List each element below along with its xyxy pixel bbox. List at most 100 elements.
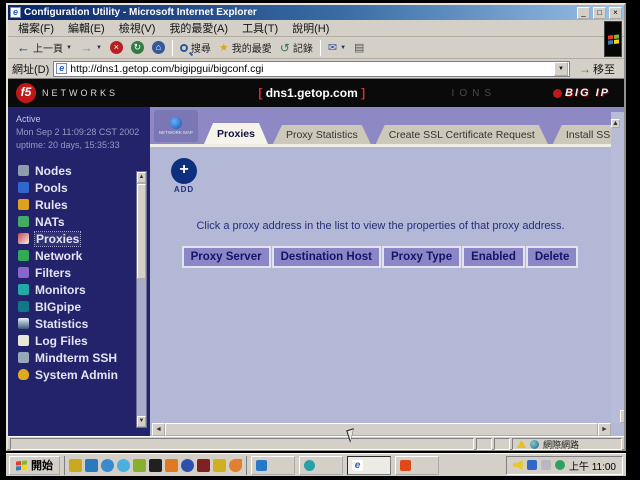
windows-logo-icon: [16, 460, 27, 470]
minimize-button[interactable]: _: [577, 7, 590, 19]
toolbar-separator: [320, 40, 321, 56]
scroll-left-icon[interactable]: ◄: [152, 423, 165, 436]
task-button-ie-active[interactable]: e: [347, 456, 391, 475]
start-button[interactable]: 開始: [9, 456, 60, 475]
sidebar-item-mindterm-ssh[interactable]: Mindterm SSH: [8, 349, 150, 366]
f5-logo-icon: f5: [16, 83, 36, 103]
search-label: 搜尋: [191, 40, 211, 55]
sidebar-item-pools[interactable]: Pools: [8, 179, 150, 196]
quick-launch-icon[interactable]: [165, 459, 178, 472]
menu-file[interactable]: 檔案(F): [12, 19, 60, 37]
sidebar-scroll-thumb[interactable]: [137, 184, 146, 279]
horizontal-scroll-thumb[interactable]: [165, 423, 598, 436]
home-button[interactable]: ⌂: [149, 38, 168, 57]
quick-launch-icon[interactable]: [229, 459, 242, 472]
stop-button[interactable]: ×: [107, 38, 126, 57]
quick-launch-icon[interactable]: [181, 459, 194, 472]
menu-favorites[interactable]: 我的最愛(A): [163, 19, 234, 37]
header-watermark: IONS: [452, 88, 496, 99]
scroll-up-icon[interactable]: ▲: [137, 172, 146, 183]
add-label: ADD: [166, 185, 202, 194]
scroll-right-icon[interactable]: ►: [598, 423, 611, 436]
volume-icon[interactable]: [513, 460, 523, 470]
hostname-text: dns1.getop.com: [266, 86, 358, 100]
scroll-down-icon[interactable]: ▼: [620, 410, 624, 423]
tray-icon[interactable]: [555, 460, 565, 470]
menu-help[interactable]: 說明(H): [286, 19, 335, 37]
print-icon: ▤: [354, 41, 364, 54]
sidebar-item-nats[interactable]: NATs: [8, 213, 150, 230]
task-button-1[interactable]: [251, 456, 295, 475]
main-vertical-scrollbar[interactable]: ▲ ▼: [611, 112, 624, 423]
sidebar-item-system-admin[interactable]: System Admin: [8, 366, 150, 383]
sidebar-scrollbar[interactable]: ▲ ▼: [136, 171, 147, 428]
go-button[interactable]: → 移至: [574, 61, 620, 77]
tray-icon[interactable]: [541, 460, 551, 470]
sidebar-item-filters[interactable]: Filters: [8, 264, 150, 281]
add-icon[interactable]: +: [171, 158, 197, 184]
title-bar: e Configuration Utility - Microsoft Inte…: [8, 5, 624, 20]
status-message-pane: [10, 438, 474, 450]
back-dropdown-icon[interactable]: ▼: [66, 45, 72, 51]
quick-launch-icon[interactable]: [117, 459, 130, 472]
task-button-4[interactable]: [395, 456, 439, 475]
quick-launch-icon[interactable]: [133, 459, 146, 472]
system-tray: 上午 11:00: [506, 456, 623, 475]
refresh-icon: ↻: [131, 41, 144, 54]
column-header-destination-host: Destination Host: [272, 246, 381, 268]
hostname-display: [ dns1.getop.com ]: [258, 86, 365, 100]
quick-launch-icon[interactable]: [213, 459, 226, 472]
sidebar-item-rules[interactable]: Rules: [8, 196, 150, 213]
quick-launch-icon[interactable]: [69, 459, 82, 472]
tab-create-ssl-certificate-request[interactable]: Create SSL Certificate Request: [376, 125, 548, 144]
quick-launch-icon[interactable]: [101, 459, 114, 472]
refresh-button[interactable]: ↻: [128, 38, 147, 57]
sidebar-item-bigpipe[interactable]: BIGpipe: [8, 298, 150, 315]
tab-proxies[interactable]: Proxies: [204, 123, 268, 144]
scroll-up-icon[interactable]: ▲: [611, 119, 620, 128]
menu-view[interactable]: 檢視(V): [113, 19, 162, 37]
rules-icon: [18, 199, 29, 210]
menu-tools[interactable]: 工具(T): [236, 19, 284, 37]
history-button[interactable]: ↺ 記錄: [277, 38, 316, 57]
network-map-button[interactable]: NETWORK MAP: [154, 110, 198, 142]
maximize-button[interactable]: □: [593, 7, 606, 19]
bigpipe-icon: [18, 301, 29, 312]
address-dropdown-icon[interactable]: ▼: [554, 62, 568, 76]
address-field: e ▼: [53, 61, 570, 77]
print-button[interactable]: ▤: [351, 38, 367, 57]
sidebar-item-monitors[interactable]: Monitors: [8, 281, 150, 298]
quick-launch-icon[interactable]: [197, 459, 210, 472]
forward-dropdown-icon[interactable]: ▼: [96, 45, 102, 51]
mindterm-ssh-icon: [18, 352, 29, 363]
main-horizontal-scrollbar[interactable]: ◄ ►: [152, 423, 611, 436]
task-button-2[interactable]: [299, 456, 343, 475]
quick-launch-icon[interactable]: [149, 459, 162, 472]
taskbar: 開始 e: [6, 453, 626, 476]
favorites-button[interactable]: ★ 我的最愛: [216, 38, 275, 57]
system-status: Active Mon Sep 2 11:09:28 CST 2002 uptim…: [8, 107, 150, 154]
go-icon: →: [579, 62, 591, 76]
add-button[interactable]: + ADD: [166, 158, 202, 194]
favorites-icon: ★: [219, 41, 229, 54]
sidebar-item-proxies[interactable]: Proxies: [8, 230, 150, 247]
mail-button[interactable]: ✉ ▼: [325, 38, 349, 57]
tray-icon[interactable]: [527, 460, 537, 470]
close-button[interactable]: ×: [609, 7, 622, 19]
search-icon: [180, 44, 188, 52]
address-input[interactable]: [70, 63, 551, 75]
toolbar-separator: [172, 40, 173, 56]
forward-button[interactable]: → ▼: [77, 38, 105, 57]
scroll-down-icon[interactable]: ▼: [137, 416, 146, 427]
quick-launch-icon[interactable]: [85, 459, 98, 472]
menu-edit[interactable]: 編輯(E): [62, 19, 111, 37]
sidebar-item-network[interactable]: Network: [8, 247, 150, 264]
address-label: 網址(D): [12, 61, 49, 77]
mail-dropdown-icon[interactable]: ▼: [340, 45, 346, 51]
tab-proxy-statistics[interactable]: Proxy Statistics: [273, 125, 371, 144]
sidebar-item-statistics[interactable]: Statistics: [8, 315, 150, 332]
back-button[interactable]: ← 上一頁 ▼: [14, 38, 75, 57]
sidebar-item-log-files[interactable]: Log Files: [8, 332, 150, 349]
search-button[interactable]: 搜尋: [177, 38, 214, 57]
sidebar-item-nodes[interactable]: Nodes: [8, 162, 150, 179]
